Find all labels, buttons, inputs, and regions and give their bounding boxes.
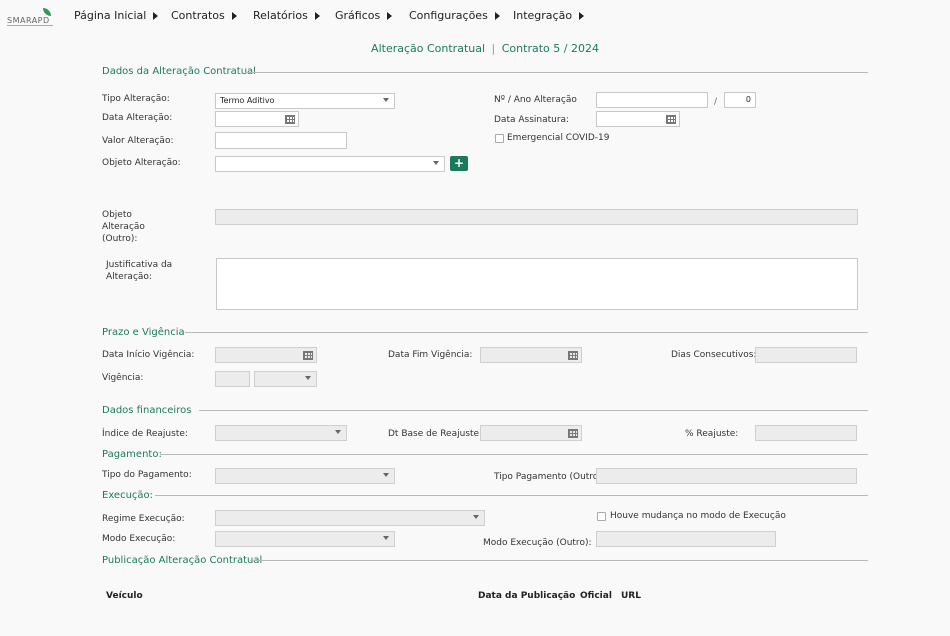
page-title-sub: Contrato 5 / 2024 bbox=[501, 42, 599, 55]
numero-ano-slash: / bbox=[714, 97, 718, 107]
plus-icon: + bbox=[453, 156, 465, 170]
modo-execucao-select[interactable] bbox=[215, 531, 395, 547]
chevron-down-icon bbox=[305, 376, 311, 380]
calendar-icon[interactable] bbox=[568, 429, 578, 438]
caret-right-icon bbox=[153, 12, 159, 20]
caret-right-icon bbox=[387, 12, 393, 20]
percentual-reajuste-input[interactable] bbox=[755, 425, 857, 441]
nav-item-integracao[interactable]: Integração bbox=[513, 9, 585, 22]
dias-consecutivos-input[interactable] bbox=[755, 347, 857, 363]
data-inicio-vigencia-input[interactable] bbox=[215, 347, 317, 363]
regime-execucao-label: Regime Execução: bbox=[102, 514, 185, 524]
section-dados-alteracao: Dados da Alteração Contratual bbox=[102, 66, 256, 77]
vigencia-quantidade-input[interactable] bbox=[215, 371, 250, 387]
caret-right-icon bbox=[314, 12, 320, 20]
caret-right-icon bbox=[231, 12, 237, 20]
valor-alteracao-input[interactable] bbox=[215, 132, 347, 149]
chevron-down-icon bbox=[383, 536, 389, 540]
section-rule bbox=[185, 332, 868, 333]
objeto-alteracao-label: Objeto Alteração: bbox=[102, 158, 181, 168]
section-execucao: Execução: bbox=[102, 490, 154, 501]
chevron-down-icon bbox=[335, 430, 341, 434]
regime-execucao-select[interactable] bbox=[215, 510, 485, 526]
indice-reajuste-label: Índice de Reajuste: bbox=[102, 429, 188, 439]
section-rule bbox=[199, 410, 868, 411]
ano-alteracao-input[interactable]: 0 bbox=[724, 92, 756, 108]
chevron-down-icon bbox=[383, 473, 389, 477]
mudanca-execucao-label: Houve mudança no modo de Execução bbox=[610, 511, 786, 521]
page-title-main: Alteração Contratual bbox=[371, 42, 486, 55]
objeto-outro-input[interactable] bbox=[215, 209, 858, 225]
nav-item-configuracoes[interactable]: Configurações bbox=[409, 9, 500, 22]
section-publicacao: Publicação Alteração Contratual bbox=[102, 555, 263, 566]
data-assinatura-input[interactable] bbox=[596, 111, 680, 127]
calendar-icon[interactable] bbox=[666, 115, 676, 124]
indice-reajuste-select[interactable] bbox=[215, 425, 347, 441]
add-objeto-button[interactable]: + bbox=[450, 156, 468, 171]
tipo-alteracao-label: Tipo Alteração: bbox=[102, 94, 170, 104]
calendar-icon[interactable] bbox=[568, 351, 578, 360]
covid-checkbox[interactable] bbox=[495, 134, 504, 143]
calendar-icon[interactable] bbox=[303, 351, 313, 360]
objeto-outro-label: Objeto Alteração (Outro): bbox=[102, 210, 145, 244]
nav-item-pagina-inicial[interactable]: Página Inicial bbox=[74, 9, 159, 22]
justificativa-textarea[interactable] bbox=[216, 258, 858, 310]
dt-base-reajuste-input[interactable] bbox=[480, 425, 582, 441]
section-pagamento: Pagamento: bbox=[102, 449, 162, 460]
mudanca-execucao-checkbox[interactable] bbox=[597, 512, 606, 521]
section-rule bbox=[160, 454, 868, 455]
nav-underline bbox=[7, 25, 53, 26]
percentual-reajuste-label: % Reajuste: bbox=[685, 429, 739, 439]
table-header-data-publicacao: Data da Publicação bbox=[478, 591, 576, 601]
chevron-down-icon bbox=[473, 515, 479, 519]
data-alteracao-input[interactable] bbox=[215, 111, 299, 127]
tipo-alteracao-value: Termo Aditivo bbox=[220, 96, 275, 105]
vigencia-label: Vigência: bbox=[102, 373, 144, 383]
valor-alteracao-label: Valor Alteração: bbox=[102, 136, 174, 146]
modo-execucao-label: Modo Execução: bbox=[102, 534, 176, 544]
modo-execucao-outro-input[interactable] bbox=[596, 531, 776, 547]
caret-right-icon bbox=[494, 12, 500, 20]
section-rule bbox=[245, 72, 868, 73]
nav-item-relatorios[interactable]: Relatórios bbox=[253, 9, 320, 22]
nav-item-graficos[interactable]: Gráficos bbox=[335, 9, 393, 22]
table-header-url: URL bbox=[621, 591, 641, 601]
objeto-alteracao-select[interactable] bbox=[215, 156, 445, 172]
table-header-veiculo: Veículo bbox=[106, 591, 143, 601]
data-assinatura-label: Data Assinatura: bbox=[494, 115, 570, 125]
tipo-pagamento-outro-input[interactable] bbox=[596, 468, 857, 484]
caret-right-icon bbox=[579, 12, 585, 20]
tipo-pagamento-label: Tipo do Pagamento: bbox=[102, 470, 192, 480]
page-title-separator: | bbox=[491, 42, 496, 55]
table-header-oficial: Oficial bbox=[580, 591, 612, 601]
chevron-down-icon bbox=[433, 161, 439, 165]
data-inicio-vigencia-label: Data Início Vigência: bbox=[102, 350, 195, 360]
data-alteracao-label: Data Alteração: bbox=[102, 113, 173, 123]
section-rule bbox=[155, 495, 868, 496]
section-dados-financeiros: Dados financeiros bbox=[102, 405, 192, 416]
section-prazo-vigencia: Prazo e Vigência bbox=[102, 327, 185, 338]
logo-leaf-icon bbox=[43, 8, 51, 16]
modo-execucao-outro-label: Modo Execução (Outro): bbox=[483, 538, 592, 548]
chevron-down-icon bbox=[383, 98, 389, 102]
covid-label: Emergencial COVID-19 bbox=[507, 133, 610, 143]
data-fim-vigencia-label: Data Fim Vigência: bbox=[388, 350, 473, 360]
nav-item-contratos[interactable]: Contratos bbox=[171, 9, 237, 22]
numero-alteracao-input[interactable] bbox=[596, 92, 708, 108]
dias-consecutivos-label: Dias Consecutivos: bbox=[671, 350, 757, 360]
numero-ano-label: Nº / Ano Alteração bbox=[494, 95, 577, 105]
page-title: Alteração Contratual | Contrato 5 / 2024 bbox=[0, 42, 950, 55]
tipo-alteracao-select[interactable]: Termo Aditivo bbox=[215, 93, 395, 109]
dt-base-reajuste-label: Dt Base de Reajuste: bbox=[388, 429, 483, 439]
calendar-icon[interactable] bbox=[285, 115, 295, 124]
data-fim-vigencia-input[interactable] bbox=[480, 347, 582, 363]
vigencia-unidade-select[interactable] bbox=[254, 371, 317, 387]
tipo-pagamento-outro-label: Tipo Pagamento (Outro): bbox=[494, 472, 605, 482]
tipo-pagamento-select[interactable] bbox=[215, 468, 395, 484]
section-rule bbox=[250, 560, 868, 561]
logo-text: SMARAPD bbox=[7, 16, 50, 25]
justificativa-label: Justificativa da Alteração: bbox=[106, 260, 173, 282]
